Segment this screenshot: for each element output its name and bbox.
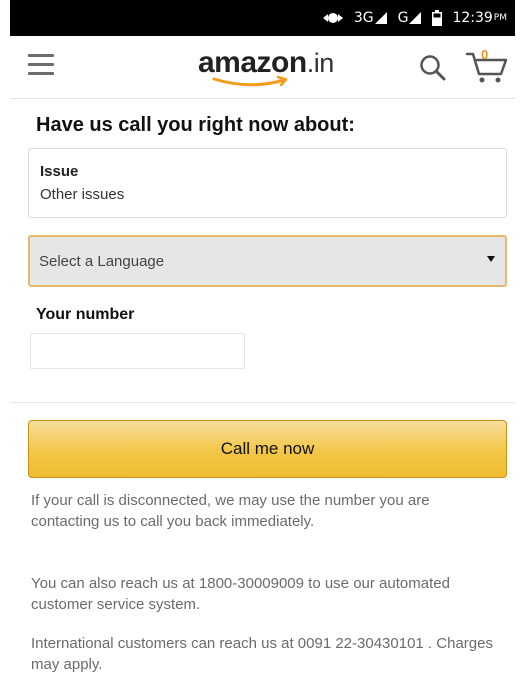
language-select[interactable]: Select a Language — [28, 235, 507, 287]
signal-icon — [374, 12, 387, 24]
issue-box: Issue Other issues — [28, 148, 507, 218]
number-label: Your number — [36, 306, 135, 323]
dropdown-arrow-icon — [487, 256, 495, 262]
clock-ampm: PM — [493, 13, 507, 23]
clock: 12:39 PM — [452, 10, 507, 26]
status-bar: 3G G 12:39 PM — [10, 0, 515, 36]
network-label-secondary: G — [397, 10, 409, 26]
app-header: amazon.in 0 — [10, 36, 515, 99]
cart-count-badge: 0 — [481, 47, 489, 62]
search-icon[interactable] — [418, 53, 446, 81]
logo-suffix: .in — [306, 48, 335, 78]
cart-icon[interactable]: 0 — [465, 47, 509, 86]
clock-time: 12:39 — [452, 10, 493, 26]
battery-icon — [432, 10, 443, 26]
signal-icon — [409, 12, 422, 24]
data-sync-icon — [322, 10, 344, 26]
network-type-secondary: G — [398, 10, 423, 26]
divider — [10, 402, 515, 403]
language-select-value: Select a Language — [39, 253, 165, 270]
note-disconnect: If your call is disconnected, we may use… — [31, 492, 430, 530]
note-international: International customers can reach us at … — [31, 635, 493, 673]
phone-number-input[interactable] — [30, 333, 245, 369]
network-label: 3G — [353, 10, 374, 26]
network-type: 3G — [354, 10, 388, 26]
call-me-page: 3G G 12:39 PM amazon.in 0 Have us call y… — [10, 0, 515, 673]
page-heading: Have us call you right now about: — [36, 114, 355, 136]
call-me-now-button[interactable]: Call me now — [28, 420, 507, 478]
issue-value: Other issues — [40, 186, 125, 203]
note-automated: You can also reach us at 1800-30009009 t… — [31, 575, 450, 613]
logo-smile-icon — [212, 76, 288, 87]
issue-label: Issue — [40, 163, 79, 180]
amazon-logo[interactable]: amazon.in — [198, 46, 358, 92]
logo-wordmark: amazon.in — [198, 46, 358, 80]
logo-text: amazon — [198, 46, 307, 79]
menu-icon[interactable] — [28, 54, 54, 76]
